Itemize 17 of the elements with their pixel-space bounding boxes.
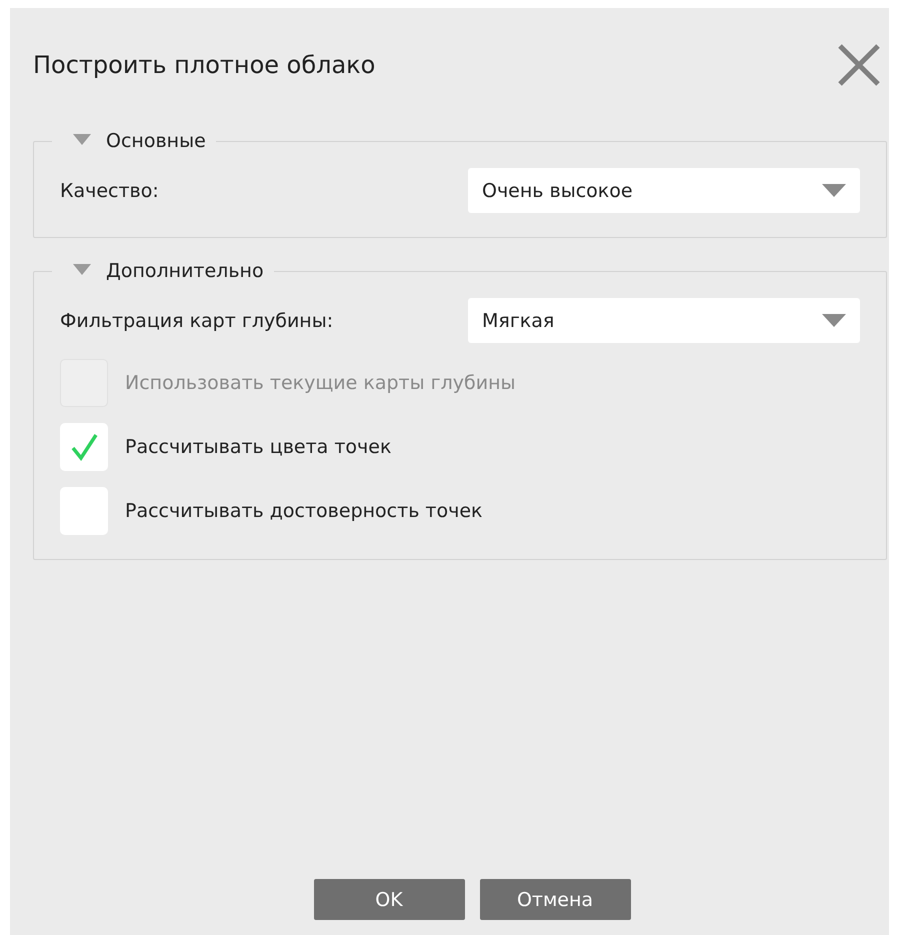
ok-button[interactable]: OK	[314, 879, 464, 920]
caret-icon	[822, 314, 846, 328]
dropdown[interactable]: Мягкая	[468, 298, 860, 343]
window-title: Построить плотное облако	[33, 51, 376, 79]
checkbox-label: Рассчитывать цвета точек	[125, 436, 392, 458]
checkbox-label: Рассчитывать достоверность точек	[125, 500, 483, 522]
dropdown[interactable]: Очень высокое	[468, 168, 860, 213]
group-title[interactable]: Дополнительно	[106, 260, 264, 282]
cancel-button[interactable]: Отмена	[480, 879, 630, 920]
group-title[interactable]: Основные	[106, 130, 206, 152]
triangle-icon[interactable]	[72, 132, 92, 146]
triangle-icon[interactable]	[72, 262, 92, 276]
field-label: Качество:	[60, 180, 159, 202]
caret-icon	[822, 184, 846, 198]
field-label: Фильтрация карт глубины:	[60, 310, 334, 332]
check-icon	[69, 432, 99, 462]
checkbox-label: Использовать текущие карты глубины	[125, 372, 516, 394]
